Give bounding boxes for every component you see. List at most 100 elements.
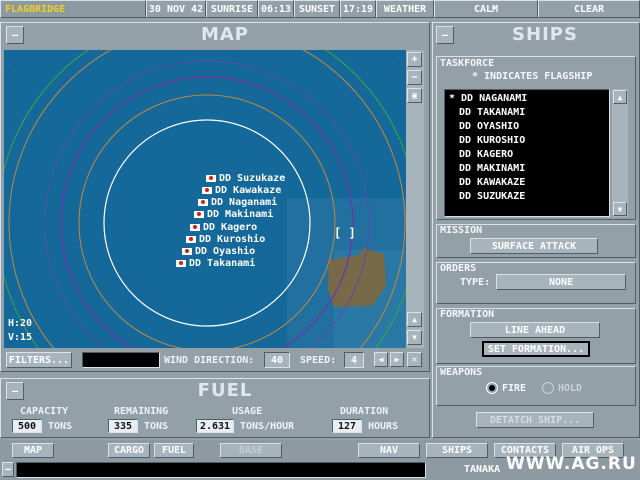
japanese-flag-icon	[186, 236, 196, 243]
map-ship-label[interactable]: DD Naganami	[198, 197, 277, 208]
map-ship-label[interactable]: DD Kagero	[190, 222, 257, 233]
orders-label: ORDERS	[440, 263, 477, 274]
speed-label: SPEED:	[300, 355, 337, 366]
radio-selected-icon	[486, 382, 498, 394]
ships-title: SHIPS	[512, 24, 578, 45]
filters-button[interactable]: FILTERS...	[6, 352, 72, 368]
map-recenter-button[interactable]: ▣	[407, 88, 422, 103]
list-up-button[interactable]: ▲	[613, 90, 627, 104]
map-ship-label[interactable]: DD Suzukaze	[206, 173, 285, 184]
list-item[interactable]: DD KAGERO	[449, 148, 605, 162]
list-down-button[interactable]: ▼	[613, 202, 627, 216]
map-ship-label[interactable]: DD Takanami	[176, 258, 255, 269]
usage-value: 2.631	[196, 419, 234, 433]
cargo-tab-button[interactable]: CARGO	[108, 443, 150, 458]
map-ship-label[interactable]: DD Kawakaze	[202, 185, 281, 196]
zoom-out-button[interactable]: −	[407, 70, 422, 85]
nav-tab-button[interactable]: NAV	[358, 443, 420, 458]
zoom-in-button[interactable]: +	[407, 52, 422, 67]
taskforce-label: TASKFORCE	[440, 58, 495, 69]
sunset-time: 17:19	[340, 0, 376, 18]
ship-list[interactable]: * DD NAGANAMI DD TAKANAMI DD OYASHIO DD …	[444, 89, 610, 217]
map-view[interactable]: DD Suzukaze DD Kawakaze DD Naganami DD M…	[4, 50, 406, 348]
remaining-label: REMAINING	[114, 406, 169, 417]
close-icon[interactable]: ✕	[407, 352, 422, 367]
list-item[interactable]: * DD NAGANAMI	[449, 92, 605, 106]
fuel-collapse-button[interactable]: —	[6, 382, 24, 400]
set-formation-button[interactable]: SET FORMATION...	[482, 341, 590, 357]
formation-selector[interactable]: LINE AHEAD	[470, 322, 600, 338]
weather-label: WEATHER	[376, 0, 434, 18]
map-ship-label[interactable]: DD Makinami	[194, 209, 273, 220]
map-tab-button[interactable]: MAP	[12, 443, 54, 458]
sunrise-label: SUNRISE	[206, 0, 258, 18]
capacity-label: CAPACITY	[20, 406, 69, 417]
fuel-title: FUEL	[197, 380, 253, 401]
detatch-ship-button[interactable]: DETATCH SHIP...	[476, 412, 594, 428]
type-label: TYPE:	[460, 277, 491, 288]
map-ship-label[interactable]: DD Kuroshio	[186, 234, 265, 245]
map-cursor-icon: [ ]	[334, 226, 356, 240]
list-item[interactable]: DD TAKANAMI	[449, 106, 605, 120]
fuel-tab-button[interactable]: FUEL	[154, 443, 194, 458]
japanese-flag-icon	[182, 248, 192, 255]
scroll-up-button[interactable]: ▲	[407, 312, 422, 327]
usage-label: USAGE	[232, 406, 263, 417]
japanese-flag-icon	[206, 175, 216, 182]
ships-collapse-button[interactable]: —	[436, 26, 454, 44]
wind-value: 40	[264, 352, 290, 368]
capacity-value: 500	[12, 419, 42, 433]
japanese-flag-icon	[202, 187, 212, 194]
message-collapse-button[interactable]: —	[2, 462, 14, 477]
scroll-left-button[interactable]: ◀	[374, 352, 388, 367]
list-item[interactable]: DD KAWAKAZE	[449, 176, 605, 190]
h-readout: H:20	[8, 318, 33, 329]
watermark: WWW.AG.RU	[506, 454, 637, 474]
message-bar	[16, 462, 426, 478]
fire-label: FIRE	[502, 382, 527, 394]
weapons-label: WEAPONS	[440, 367, 483, 378]
map-title: MAP	[200, 24, 250, 45]
hold-label: HOLD	[558, 382, 583, 394]
filter-display	[82, 352, 160, 368]
remaining-value: 335	[108, 419, 138, 433]
ship-list-scrollbar[interactable]	[612, 89, 628, 217]
mission-selector[interactable]: SURFACE ATTACK	[470, 238, 598, 254]
formation-label: FORMATION	[440, 309, 495, 320]
wind-label: WIND DIRECTION:	[164, 355, 255, 366]
map-collapse-button[interactable]: —	[6, 26, 24, 44]
sea-state: CALM	[434, 0, 538, 18]
duration-label: DURATION	[340, 406, 389, 417]
flagship-note: * INDICATES FLAGSHIP	[472, 71, 593, 82]
radio-unselected-icon	[542, 382, 554, 394]
sky-state: CLEAR	[538, 0, 640, 18]
capacity-unit: TONS	[48, 421, 73, 432]
scroll-right-button[interactable]: ▶	[390, 352, 404, 367]
side-label: FLAGBRIDGE	[0, 0, 146, 18]
usage-unit: TONS/HOUR	[240, 421, 295, 432]
list-item[interactable]: DD OYASHIO	[449, 120, 605, 134]
japanese-flag-icon	[190, 224, 200, 231]
duration-value: 127	[332, 419, 362, 433]
ships-tab-button[interactable]: SHIPS	[426, 443, 488, 458]
remaining-unit: TONS	[144, 421, 169, 432]
list-item[interactable]: DD KUROSHIO	[449, 134, 605, 148]
base-tab-button[interactable]: BASE	[220, 443, 282, 458]
v-readout: V:15	[8, 332, 33, 343]
duration-unit: HOURS	[368, 421, 399, 432]
list-item[interactable]: DD SUZUKAZE	[449, 190, 605, 204]
fire-radio[interactable]: FIRE	[486, 382, 526, 394]
commander-name: TANAKA	[464, 464, 501, 475]
orders-type-selector[interactable]: NONE	[496, 274, 626, 290]
japanese-flag-icon	[198, 199, 208, 206]
sunset-label: SUNSET	[294, 0, 340, 18]
japanese-flag-icon	[194, 211, 204, 218]
list-item[interactable]: DD MAKINAMI	[449, 162, 605, 176]
map-ship-label[interactable]: DD Oyashio	[182, 246, 255, 257]
scroll-down-button[interactable]: ▼	[407, 330, 422, 345]
speed-value: 4	[344, 352, 364, 368]
hold-radio[interactable]: HOLD	[542, 382, 582, 394]
sunrise-time: 06:13	[258, 0, 294, 18]
japanese-flag-icon	[176, 260, 186, 267]
mission-label: MISSION	[440, 225, 483, 236]
